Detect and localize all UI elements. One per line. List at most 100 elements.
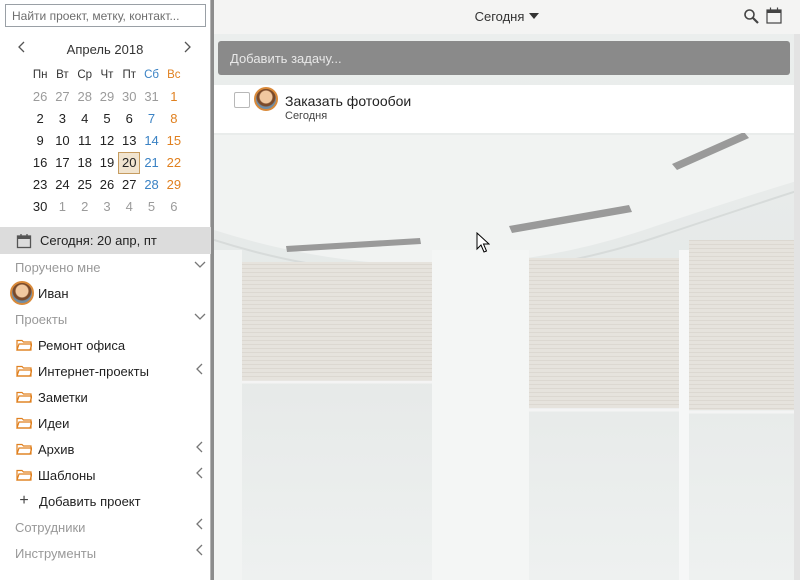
chevron-down-icon[interactable] bbox=[193, 310, 207, 326]
calendar-day[interactable]: 1 bbox=[163, 86, 185, 108]
calendar-icon bbox=[16, 233, 32, 248]
calendar-day[interactable]: 30 bbox=[118, 86, 140, 108]
mouse-cursor-icon bbox=[476, 232, 490, 253]
calendar-day[interactable]: 15 bbox=[163, 130, 185, 152]
weekday-label: Пн bbox=[32, 69, 48, 81]
search-input[interactable] bbox=[6, 5, 205, 26]
calendar-day[interactable]: 29 bbox=[163, 174, 185, 196]
task-checkbox[interactable] bbox=[234, 92, 250, 108]
calendar-day[interactable]: 31 bbox=[140, 86, 162, 108]
project-label: Идеи bbox=[38, 415, 70, 431]
add-task-input[interactable] bbox=[218, 41, 790, 75]
tools-section-header[interactable]: Инструменты bbox=[0, 540, 211, 566]
search-icon[interactable] bbox=[743, 8, 759, 24]
add-task-field[interactable] bbox=[218, 41, 790, 75]
add-project-button[interactable]: + Добавить проект bbox=[0, 488, 211, 514]
calendar-day[interactable]: 27 bbox=[118, 174, 140, 196]
main-toolbar: Сегодня bbox=[214, 0, 800, 34]
folder-icon bbox=[16, 443, 32, 455]
calendar-day[interactable]: 13 bbox=[118, 130, 140, 152]
project-item[interactable]: Идеи bbox=[0, 410, 211, 436]
calendar-day[interactable]: 2 bbox=[29, 108, 51, 130]
avatar bbox=[10, 281, 34, 305]
calendar-day[interactable]: 3 bbox=[51, 108, 73, 130]
calendar-day[interactable]: 6 bbox=[163, 196, 185, 218]
calendar-day[interactable]: 12 bbox=[96, 130, 118, 152]
section-title: Инструменты bbox=[15, 545, 97, 561]
calendar-day[interactable]: 4 bbox=[118, 196, 140, 218]
project-item[interactable]: Интернет-проекты bbox=[0, 358, 211, 384]
calendar-day[interactable]: 11 bbox=[74, 130, 96, 152]
calendar-day[interactable]: 9 bbox=[29, 130, 51, 152]
calendar-day[interactable]: 3 bbox=[96, 196, 118, 218]
task-row[interactable]: Заказать фотообои Сегодня bbox=[214, 85, 794, 133]
add-project-label: Добавить проект bbox=[39, 493, 141, 509]
project-item[interactable]: Шаблоны bbox=[0, 462, 211, 488]
calendar-day[interactable]: 23 bbox=[29, 174, 51, 196]
calendar-day[interactable]: 7 bbox=[140, 108, 162, 130]
calendar-day[interactable]: 4 bbox=[74, 108, 96, 130]
projects-section-header[interactable]: Проекты bbox=[0, 306, 211, 332]
view-selector[interactable]: Сегодня bbox=[214, 9, 800, 24]
employees-section-header[interactable]: Сотрудники bbox=[0, 514, 211, 540]
calendar-day[interactable]: 6 bbox=[118, 108, 140, 130]
calendar-day[interactable]: 1 bbox=[51, 196, 73, 218]
calendar-weekday-row: Пн Вт Ср Чт Пт Сб Вс bbox=[29, 64, 185, 86]
user-name: Иван bbox=[38, 285, 69, 301]
calendar-day[interactable]: 28 bbox=[140, 174, 162, 196]
calendar-day-selected[interactable]: 20 bbox=[118, 152, 141, 174]
calendar-day[interactable]: 25 bbox=[74, 174, 96, 196]
today-button[interactable]: Сегодня: 20 апр, пт bbox=[0, 227, 211, 254]
chevron-left-icon[interactable] bbox=[193, 363, 207, 379]
project-label: Шаблоны bbox=[38, 467, 96, 483]
folder-icon bbox=[16, 391, 32, 403]
chevron-left-icon[interactable] bbox=[12, 40, 32, 60]
search-field[interactable] bbox=[5, 4, 206, 27]
calendar-day[interactable]: 22 bbox=[163, 152, 185, 174]
caret-down-icon bbox=[529, 13, 540, 19]
folder-icon bbox=[16, 469, 32, 481]
calendar-day[interactable]: 10 bbox=[51, 130, 73, 152]
calendar-day[interactable]: 16 bbox=[29, 152, 51, 174]
calendar-day[interactable]: 29 bbox=[96, 86, 118, 108]
calendar-day[interactable]: 21 bbox=[140, 152, 162, 174]
chevron-right-icon[interactable] bbox=[177, 40, 197, 60]
chevron-left-icon[interactable] bbox=[193, 518, 207, 534]
calendar-day[interactable]: 14 bbox=[140, 130, 162, 152]
calendar-week: 9 10 11 12 13 14 15 bbox=[29, 130, 185, 152]
scrollbar[interactable] bbox=[794, 34, 800, 580]
weekday-label: Ср bbox=[77, 69, 93, 81]
calendar-day[interactable]: 26 bbox=[29, 86, 51, 108]
assigned-user-item[interactable]: Иван bbox=[0, 280, 211, 306]
chevron-left-icon[interactable] bbox=[193, 467, 207, 483]
calendar-day[interactable]: 19 bbox=[96, 152, 118, 174]
project-item[interactable]: Заметки bbox=[0, 384, 211, 410]
calendar-day[interactable]: 28 bbox=[74, 86, 96, 108]
weekday-label: Вс bbox=[167, 69, 181, 81]
project-label: Ремонт офиса bbox=[38, 337, 126, 353]
chevron-left-icon[interactable] bbox=[193, 441, 207, 457]
main-panel: Сегодня Заказать фотообои Сегодня bbox=[214, 0, 800, 580]
calendar-day[interactable]: 8 bbox=[163, 108, 185, 130]
calendar-day[interactable]: 5 bbox=[96, 108, 118, 130]
calendar-day[interactable]: 18 bbox=[74, 152, 96, 174]
project-item[interactable]: Ремонт офиса bbox=[0, 332, 211, 358]
chevron-left-icon[interactable] bbox=[193, 544, 207, 560]
task-title[interactable]: Заказать фотообои bbox=[285, 93, 411, 109]
calendar-day[interactable]: 24 bbox=[51, 174, 73, 196]
weekday-label: Сб bbox=[144, 69, 159, 81]
calendar-day[interactable]: 26 bbox=[96, 174, 118, 196]
calendar-day[interactable]: 17 bbox=[51, 152, 73, 174]
project-item[interactable]: Архив bbox=[0, 436, 211, 462]
calendar-icon[interactable] bbox=[766, 7, 782, 24]
weekday-label: Вт bbox=[56, 69, 69, 81]
section-title: Проекты bbox=[15, 311, 68, 327]
calendar-day[interactable]: 27 bbox=[51, 86, 73, 108]
chevron-down-icon[interactable] bbox=[193, 258, 207, 274]
calendar-day[interactable]: 30 bbox=[29, 196, 51, 218]
weekday-label: Пт bbox=[122, 69, 137, 81]
calendar-day[interactable]: 2 bbox=[74, 196, 96, 218]
assigned-section-header[interactable]: Поручено мне bbox=[0, 254, 211, 280]
calendar-week: 26 27 28 29 30 31 1 bbox=[29, 86, 185, 108]
calendar-day[interactable]: 5 bbox=[140, 196, 162, 218]
